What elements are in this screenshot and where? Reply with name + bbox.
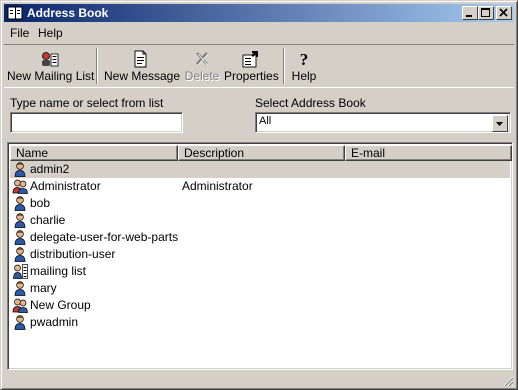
address-book-select-label: Select Address Book bbox=[255, 96, 366, 110]
delete-button[interactable]: Delete bbox=[182, 48, 222, 86]
status-bar bbox=[4, 373, 514, 387]
title-bar[interactable]: Address Book bbox=[4, 4, 514, 22]
user-icon bbox=[12, 280, 28, 296]
list-item[interactable]: admin2 bbox=[10, 161, 510, 178]
new-mailing-list-button[interactable]: New Mailing List bbox=[7, 48, 95, 86]
list-item[interactable]: mailing list bbox=[10, 263, 510, 280]
list-rows: admin2 Administrator Administrator bob c… bbox=[10, 161, 510, 331]
new-message-icon bbox=[134, 50, 147, 68]
group-icon bbox=[12, 178, 28, 194]
menu-bar: File Help bbox=[4, 23, 514, 43]
user-icon bbox=[12, 212, 28, 228]
maximize-button[interactable] bbox=[478, 6, 494, 20]
maximize-icon bbox=[481, 8, 490, 17]
contact-description: Administrator bbox=[182, 179, 253, 193]
user-icon bbox=[12, 314, 28, 330]
close-icon bbox=[499, 8, 508, 17]
help-button[interactable]: ? Help bbox=[290, 48, 318, 86]
column-header-name[interactable]: Name bbox=[10, 145, 178, 161]
contact-name: mary bbox=[30, 281, 57, 295]
contact-name: distribution-user bbox=[30, 247, 116, 261]
properties-icon bbox=[242, 51, 258, 68]
mailing-list-icon bbox=[12, 263, 28, 279]
contact-name: pwadmin bbox=[30, 315, 79, 329]
delete-label: Delete bbox=[184, 69, 220, 83]
name-search-input[interactable] bbox=[10, 112, 183, 133]
group-icon bbox=[12, 297, 28, 313]
window-title: Address Book bbox=[27, 6, 109, 20]
list-item[interactable]: charlie bbox=[10, 212, 510, 229]
new-mailing-list-icon bbox=[42, 52, 59, 67]
address-book-select-value: All bbox=[259, 115, 272, 127]
address-book-window: Address Book File Help New Mailing List bbox=[0, 0, 518, 390]
list-item[interactable]: bob bbox=[10, 195, 510, 212]
delete-icon bbox=[196, 52, 209, 66]
new-message-label: New Message bbox=[104, 69, 181, 83]
address-book-dropdown-button[interactable] bbox=[492, 115, 508, 132]
list-item[interactable]: distribution-user bbox=[10, 246, 510, 263]
new-mailing-list-label: New Mailing List bbox=[7, 69, 95, 83]
minimize-button[interactable] bbox=[462, 6, 478, 20]
user-icon bbox=[12, 161, 28, 177]
column-header-description[interactable]: Description bbox=[178, 145, 345, 161]
svg-text:?: ? bbox=[300, 50, 309, 68]
contact-name: bob bbox=[30, 196, 51, 210]
contact-name: New Group bbox=[30, 298, 91, 312]
user-icon bbox=[12, 246, 28, 262]
list-item[interactable]: delegate-user-for-web-parts bbox=[10, 229, 510, 246]
help-icon: ? bbox=[300, 50, 309, 68]
contact-name: delegate-user-for-web-parts bbox=[30, 230, 179, 244]
contact-name: Administrator bbox=[30, 179, 101, 193]
properties-label: Properties bbox=[224, 69, 279, 83]
toolbar-separator bbox=[283, 48, 285, 84]
user-icon bbox=[12, 195, 28, 211]
toolbar-separator bbox=[96, 48, 98, 84]
help-label: Help bbox=[291, 69, 317, 83]
close-button[interactable] bbox=[496, 6, 512, 20]
list-item[interactable]: mary bbox=[10, 280, 510, 297]
minimize-icon bbox=[466, 15, 472, 17]
contact-name: charlie bbox=[30, 213, 66, 227]
name-search-label: Type name or select from list bbox=[10, 96, 164, 110]
contact-name: mailing list bbox=[30, 264, 87, 278]
properties-button[interactable]: Properties bbox=[224, 48, 279, 86]
resize-grip-icon[interactable] bbox=[502, 375, 514, 387]
list-item[interactable]: Administrator Administrator bbox=[10, 178, 510, 195]
address-book-select[interactable]: All bbox=[255, 112, 511, 133]
list-item[interactable]: New Group bbox=[10, 297, 510, 314]
chevron-down-icon bbox=[496, 122, 503, 126]
list-header: Name Description E-mail bbox=[10, 145, 512, 161]
toolbar: New Mailing List New Message Delete Prop… bbox=[4, 44, 514, 88]
menu-file[interactable]: File bbox=[10, 26, 29, 40]
new-message-button[interactable]: New Message bbox=[104, 48, 181, 86]
contacts-list[interactable]: Name Description E-mail admin2 Administr… bbox=[7, 142, 513, 370]
contact-name: admin2 bbox=[30, 162, 70, 176]
column-header-email[interactable]: E-mail bbox=[345, 145, 512, 161]
list-item[interactable]: pwadmin bbox=[10, 314, 510, 331]
menu-help[interactable]: Help bbox=[38, 26, 63, 40]
search-panel: Type name or select from list Select Add… bbox=[4, 90, 514, 139]
address-book-icon bbox=[7, 6, 23, 20]
user-icon bbox=[12, 229, 28, 245]
